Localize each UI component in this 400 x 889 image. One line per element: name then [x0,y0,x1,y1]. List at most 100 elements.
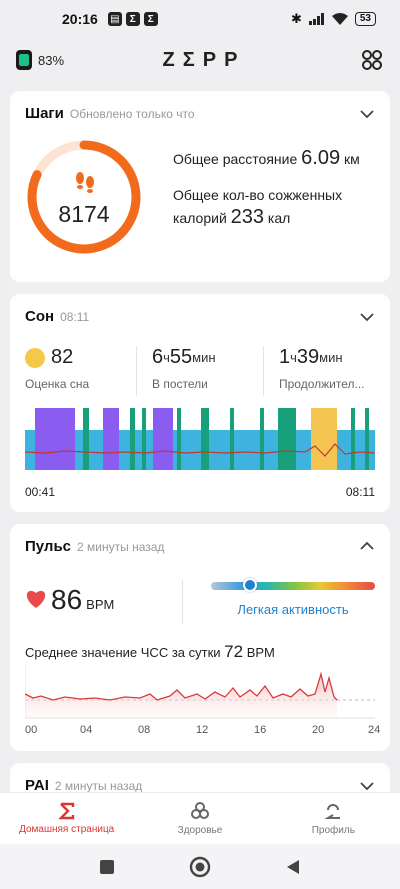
nav-home-label: Домашняя страница [19,824,115,835]
nav-home[interactable]: Домашняя страница [0,793,133,844]
sleep-card[interactable]: Сон 08:11 82 Оценка сна 6 ч 55 мин В постели… [10,294,390,512]
bluetooth-icon: ✱ [290,11,302,26]
sleep-card-header: Сон 08:11 [25,308,89,325]
nav-profile-label: Профиль [311,825,355,836]
pulse-bpm: 86 [51,584,83,615]
sleep-rem-block [278,408,296,470]
sleep-start: 00:41 [25,485,56,499]
axis-tick: 16 [254,724,267,736]
axis-tick: 24 [368,724,381,736]
footsteps-icon [76,172,94,193]
status-bar: 20:16 ▤ Σ Σ ✱ 53 [0,0,400,38]
phone-battery: 53 [354,12,376,26]
sleep-time: 08:11 [60,310,90,324]
minute-unit: мин [319,350,343,365]
minute-unit: мин [192,350,216,365]
steps-title: Шаги [25,105,64,122]
sleep-deep-block [153,408,173,470]
steps-card-header: Шаги Обновлено только что [25,105,195,122]
wifi-icon [331,13,348,25]
duration-minutes: 39 [296,346,320,368]
zepp-notification-icon: Σ [125,12,140,26]
steps-updated: Обновлено только что [69,107,195,121]
chevron-down-icon[interactable] [360,310,374,324]
pulse-current: 86 BPM [25,584,114,616]
chevron-down-icon[interactable] [360,779,374,793]
chevron-down-icon[interactable] [360,107,374,121]
divider [182,580,183,624]
calories-unit: кал [267,210,291,226]
hour-unit: ч [290,350,297,365]
back-button-icon[interactable] [285,859,301,875]
app-header: 83% ZΣPP [0,40,400,80]
heart-rate-zone: Легкая активность [237,602,349,617]
sleep-rem-block [130,408,135,470]
sleep-rem-block [83,408,89,470]
axis-tick: 20 [312,724,325,736]
sleep-summary: 82 Оценка сна 6 ч 55 мин В постели 1 ч 39 мин … [10,346,390,396]
pulse-card-header: Пульс 2 минуты назад [25,538,164,555]
distance-row: Общее расстояние 6.09 км [173,147,360,170]
calories-row: калорий 233 кал [173,206,360,229]
axis-tick: 12 [196,724,209,736]
sleep-time-axis: 00:41 08:11 [25,485,375,499]
duration-hours: 1 [279,346,291,368]
pulse-card[interactable]: Пульс 2 минуты назад 86 BPM Легкая активн… [10,524,390,751]
sleep-rem-block [365,408,369,470]
calories-label-1: Общее кол-во сожженных [173,187,343,203]
sleep-deep-block [35,408,75,470]
nav-health[interactable]: Здоровье [133,793,266,844]
duration-label: Продолжител... [279,377,365,391]
in-bed-col: 6 ч 55 мин В постели [137,346,264,396]
sleep-awake-block [311,408,337,470]
sleep-title: Сон [25,308,55,325]
daily-average: Среднее значение ЧСС за сутки 72 BPM [25,642,275,662]
axis-tick: 08 [138,724,151,736]
distance-label: Общее расстояние [173,151,298,167]
in-bed-minutes: 55 [169,346,193,368]
zone-indicator [243,578,258,592]
home-button-icon[interactable] [189,856,211,878]
steps-count: 8174 [58,201,110,227]
profile-icon [324,804,341,819]
sleep-rem-block [351,408,355,470]
status-icons: ✱ 53 [291,11,376,27]
hour-unit: ч [163,350,170,365]
notification-icon: ▤ [107,12,122,26]
duration-col: 1 ч 39 мин Продолжител... [264,346,390,396]
sleep-rem-block [201,408,209,470]
nav-health-label: Здоровье [177,825,223,836]
calories-value: 233 [230,206,265,228]
pai-updated: 2 минуты назад [54,779,143,793]
sleep-score-col: 82 Оценка сна [10,346,137,396]
signal-icon [308,13,324,25]
steps-card[interactable]: Шаги Обновлено только что 8174 Общее расс… [10,91,390,282]
pulse-updated: 2 минуты назад [77,540,165,554]
in-bed-hours: 6 [152,346,164,368]
sleep-rem-block [142,408,146,470]
avg-unit: BPM [246,645,275,660]
sleep-rem-block [260,408,264,470]
steps-stats: Общее расстояние 6.09 км Общее кол-во со… [173,147,360,229]
heart-rate-zone-scale [211,578,375,592]
chevron-up-icon[interactable] [360,539,374,553]
hr-time-axis: 00 04 08 12 16 20 24 [25,724,381,738]
status-time: 20:16 [62,11,98,27]
pulse-title: Пульс [25,538,72,555]
distance-value: 6.09 [301,147,341,169]
sleep-rem-block [177,408,181,470]
calories-label-2: калорий [173,210,227,226]
distance-unit: км [343,151,360,167]
sleep-stages-chart [25,408,375,470]
sleep-score: 82 [51,346,74,368]
in-bed-label: В постели [152,377,208,391]
axis-tick: 00 [25,724,38,736]
pulse-unit: BPM [86,597,115,612]
bottom-navigation: Домашняя страница Здоровье Профиль [0,792,400,844]
smiley-icon [25,347,45,368]
nav-profile[interactable]: Профиль [267,793,400,844]
system-navigation-bar [0,844,400,889]
recents-button-icon[interactable] [99,859,115,875]
hr-area [25,674,337,718]
sleep-score-label: Оценка сна [25,377,90,391]
